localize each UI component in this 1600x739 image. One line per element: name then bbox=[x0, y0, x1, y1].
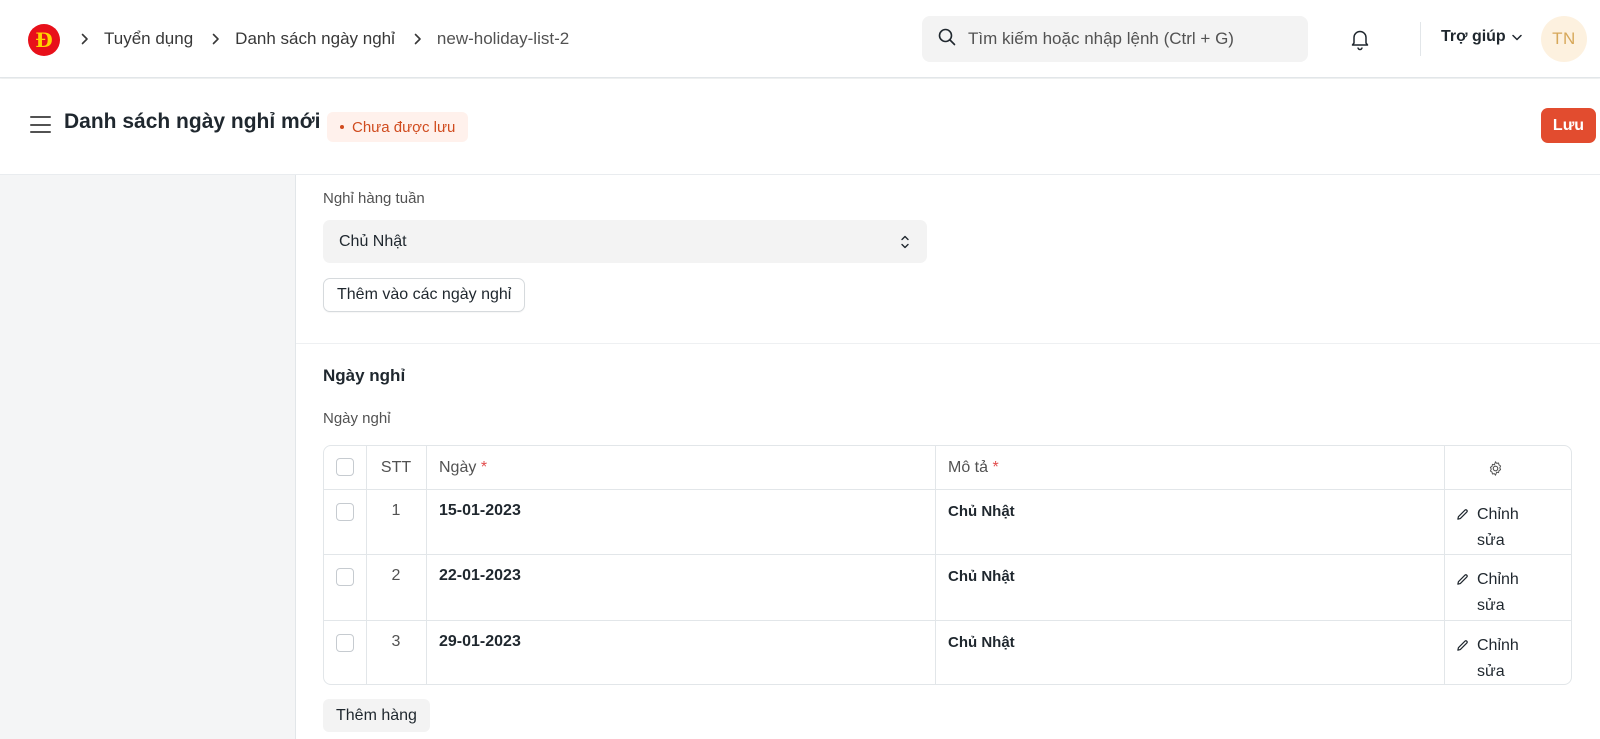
search-input[interactable] bbox=[968, 29, 1288, 49]
row-date[interactable]: 22-01-2023 bbox=[439, 555, 521, 620]
holidays-table: STT Ngày * Mô tả * 1 15-01-2023 Chủ Nhật… bbox=[323, 445, 1572, 685]
chevron-right-icon bbox=[211, 33, 221, 45]
edit-row-button[interactable]: Chỉnh sửa bbox=[1456, 633, 1519, 684]
edit-label: Chỉnh sửa bbox=[1477, 506, 1519, 549]
table-row[interactable]: 2 22-01-2023 Chủ Nhật Chỉnh sửa bbox=[324, 555, 1571, 621]
edit-row-button[interactable]: Chỉnh sửa bbox=[1456, 567, 1519, 619]
row-description[interactable]: Chủ Nhật bbox=[948, 555, 1015, 620]
row-date[interactable]: 29-01-2023 bbox=[439, 621, 521, 684]
column-header-description: Mô tả * bbox=[948, 446, 999, 489]
row-checkbox[interactable] bbox=[336, 568, 354, 586]
hamburger-icon[interactable] bbox=[30, 116, 51, 133]
select-all-checkbox[interactable] bbox=[336, 458, 354, 476]
edit-label: Chỉnh sửa bbox=[1477, 637, 1519, 680]
pencil-icon bbox=[1456, 502, 1469, 530]
row-checkbox[interactable] bbox=[336, 503, 354, 521]
search-icon bbox=[938, 28, 956, 51]
status-label: Chưa được lưu bbox=[352, 118, 456, 136]
breadcrumb-current-doc[interactable]: new-holiday-list-2 bbox=[437, 29, 569, 49]
row-checkbox[interactable] bbox=[336, 634, 354, 652]
holidays-table-label: Ngày nghỉ bbox=[323, 410, 391, 427]
sort-arrows-icon bbox=[899, 232, 911, 252]
chevron-right-icon bbox=[413, 33, 423, 45]
table-row[interactable]: 3 29-01-2023 Chủ Nhật Chỉnh sửa bbox=[324, 621, 1571, 684]
avatar[interactable]: TN bbox=[1541, 16, 1587, 62]
column-header-description-label: Mô tả bbox=[948, 459, 989, 476]
add-to-holidays-button[interactable]: Thêm vào các ngày nghỉ bbox=[323, 278, 526, 312]
edit-label: Chỉnh sửa bbox=[1477, 571, 1519, 614]
table-row[interactable]: 1 15-01-2023 Chủ Nhật Chỉnh sửa bbox=[324, 490, 1571, 555]
navbar-divider bbox=[1420, 22, 1421, 56]
required-mark: * bbox=[480, 459, 488, 476]
weekly-off-label: Nghỉ hàng tuần bbox=[323, 190, 425, 207]
help-dropdown[interactable]: Trợ giúp bbox=[1441, 28, 1522, 46]
breadcrumb-holiday-list[interactable]: Danh sách ngày nghỉ bbox=[235, 29, 395, 49]
row-description[interactable]: Chủ Nhật bbox=[948, 490, 1015, 554]
edit-row-button[interactable]: Chỉnh sửa bbox=[1456, 502, 1519, 554]
page-head: Danh sách ngày nghỉ mới Chưa được lưu Lư… bbox=[0, 79, 1600, 175]
table-header: STT Ngày * Mô tả * bbox=[324, 446, 1571, 490]
breadcrumb: Tuyển dụng Danh sách ngày nghỉ new-holid… bbox=[76, 0, 569, 78]
column-header-date: Ngày * bbox=[439, 446, 487, 489]
app-logo[interactable]: Đ bbox=[28, 24, 60, 56]
column-header-index: STT bbox=[380, 459, 412, 476]
required-mark: * bbox=[992, 459, 999, 476]
pencil-icon bbox=[1456, 633, 1469, 661]
row-index: 1 bbox=[391, 502, 401, 519]
chevron-down-icon bbox=[1511, 28, 1522, 46]
row-index: 3 bbox=[391, 633, 401, 650]
weekly-off-value: Chủ Nhật bbox=[339, 232, 407, 250]
weekly-off-select[interactable]: Chủ Nhật bbox=[323, 220, 927, 263]
row-date[interactable]: 15-01-2023 bbox=[439, 490, 521, 554]
page-title: Danh sách ngày nghỉ mới bbox=[64, 110, 321, 133]
help-label: Trợ giúp bbox=[1441, 28, 1506, 45]
breadcrumb-recruitment[interactable]: Tuyển dụng bbox=[104, 29, 193, 49]
section-title-holidays: Ngày nghỉ bbox=[323, 366, 406, 385]
bell-icon[interactable] bbox=[1348, 27, 1372, 51]
column-header-date-label: Ngày bbox=[439, 459, 477, 476]
form-card: Nghỉ hàng tuần Chủ Nhật Thêm vào các ngà… bbox=[295, 175, 1600, 739]
row-index: 2 bbox=[391, 567, 401, 584]
search-bar[interactable] bbox=[922, 16, 1308, 62]
logo-glyph: Đ bbox=[35, 28, 53, 52]
row-description[interactable]: Chủ Nhật bbox=[948, 621, 1015, 684]
add-row-button[interactable]: Thêm hàng bbox=[323, 699, 430, 732]
status-badge: Chưa được lưu bbox=[327, 112, 469, 142]
section-divider bbox=[296, 343, 1600, 344]
navbar: Đ Tuyển dụng Danh sách ngày nghỉ new-hol… bbox=[0, 0, 1600, 78]
save-button[interactable]: Lưu bbox=[1541, 108, 1596, 143]
chevron-right-icon bbox=[80, 33, 90, 45]
gear-icon[interactable] bbox=[1487, 460, 1504, 482]
pencil-icon bbox=[1456, 567, 1469, 595]
status-dot bbox=[340, 125, 344, 129]
avatar-initials: TN bbox=[1552, 29, 1576, 48]
